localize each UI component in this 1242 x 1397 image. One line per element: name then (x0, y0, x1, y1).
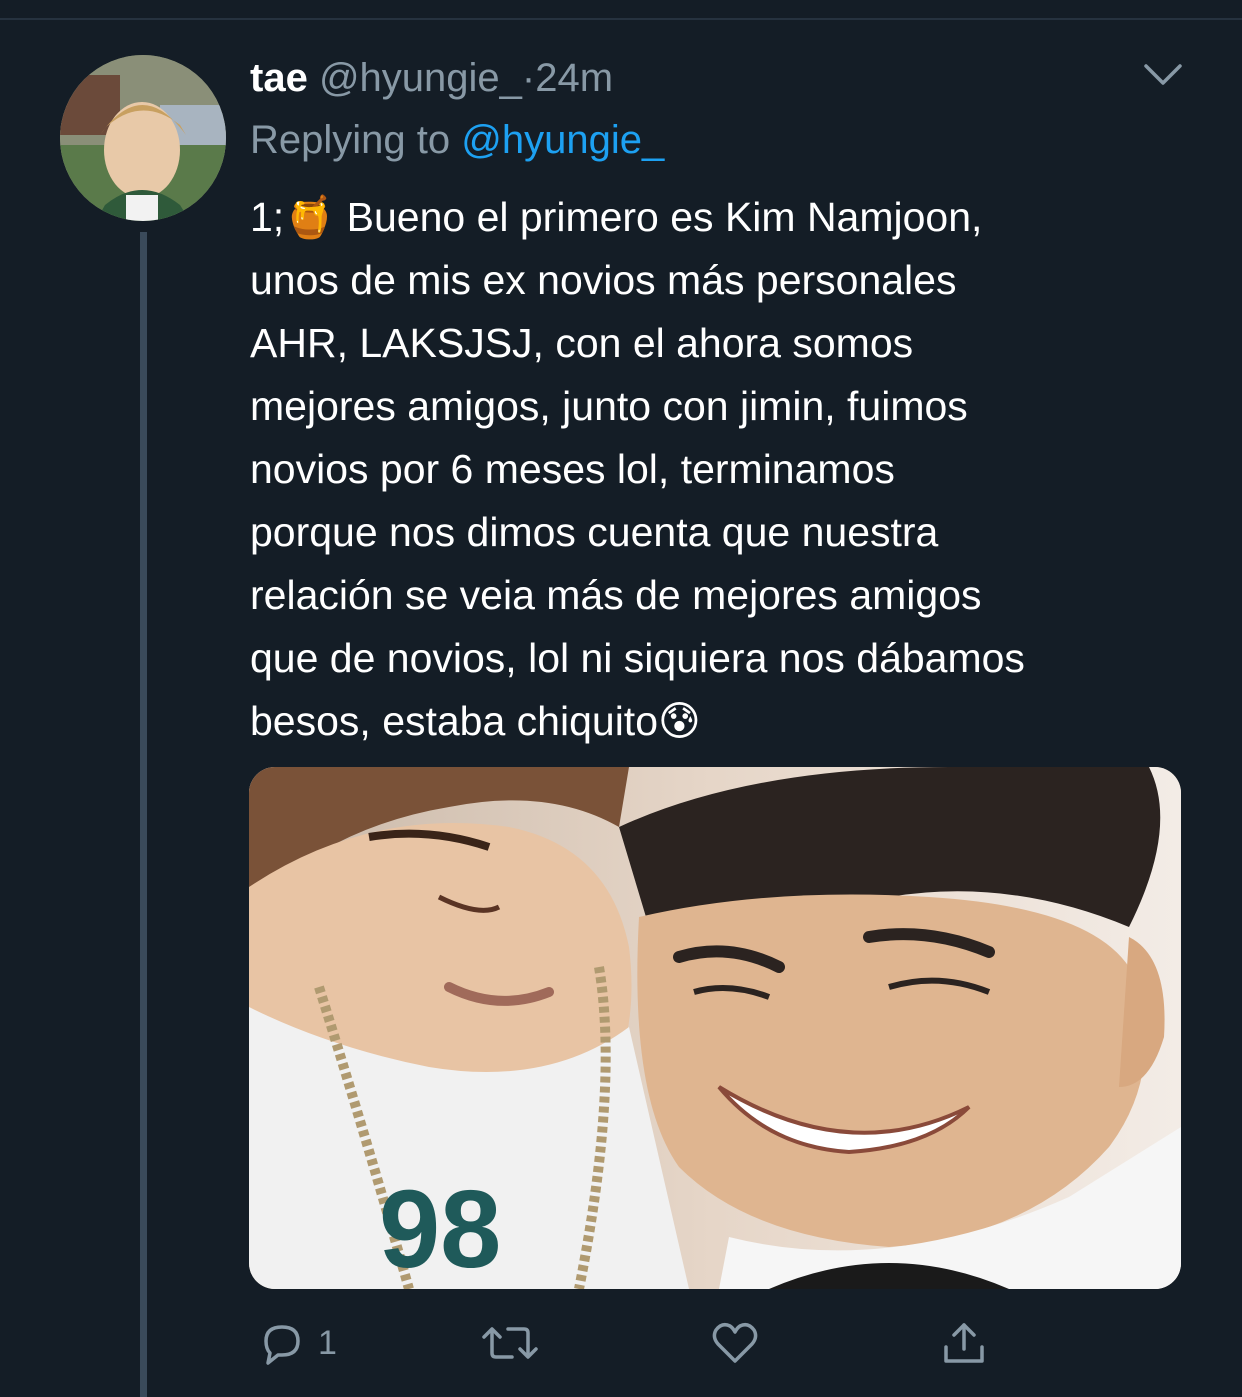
retweet-button[interactable] (480, 1315, 550, 1371)
heart-icon (708, 1317, 762, 1369)
tweet-header: tae @hyungie_·24m (250, 52, 613, 104)
top-divider (0, 18, 1242, 20)
author-name[interactable]: tae (250, 56, 308, 100)
share-icon (938, 1317, 990, 1369)
reply-count: 1 (318, 1323, 337, 1362)
timestamp[interactable]: 24m (535, 56, 613, 100)
avatar-photo (60, 55, 226, 221)
photo-image: 98 (249, 767, 1181, 1289)
author-handle[interactable]: @hyungie_ (319, 56, 522, 100)
reply-icon (256, 1317, 308, 1369)
share-button[interactable] (938, 1315, 990, 1371)
retweet-icon (480, 1317, 540, 1369)
separator-dot: · (521, 56, 536, 100)
tweet-photo[interactable]: 98 (249, 767, 1181, 1289)
like-button[interactable] (708, 1315, 772, 1371)
replying-to: Replying to @hyungie_ (250, 114, 664, 166)
tweet-text: 1;🍯 Bueno el primero es Kim Namjoon, uno… (250, 194, 1025, 744)
svg-text:98: 98 (379, 1168, 501, 1289)
replying-prefix: Replying to (250, 118, 462, 162)
replying-mention[interactable]: @hyungie_ (461, 118, 664, 162)
chevron-down-icon[interactable] (1140, 56, 1186, 96)
reply-button[interactable]: 1 (256, 1315, 337, 1371)
avatar[interactable] (60, 55, 226, 221)
tweet-actions: 1 (250, 1315, 1010, 1375)
thread-line (140, 232, 147, 1397)
